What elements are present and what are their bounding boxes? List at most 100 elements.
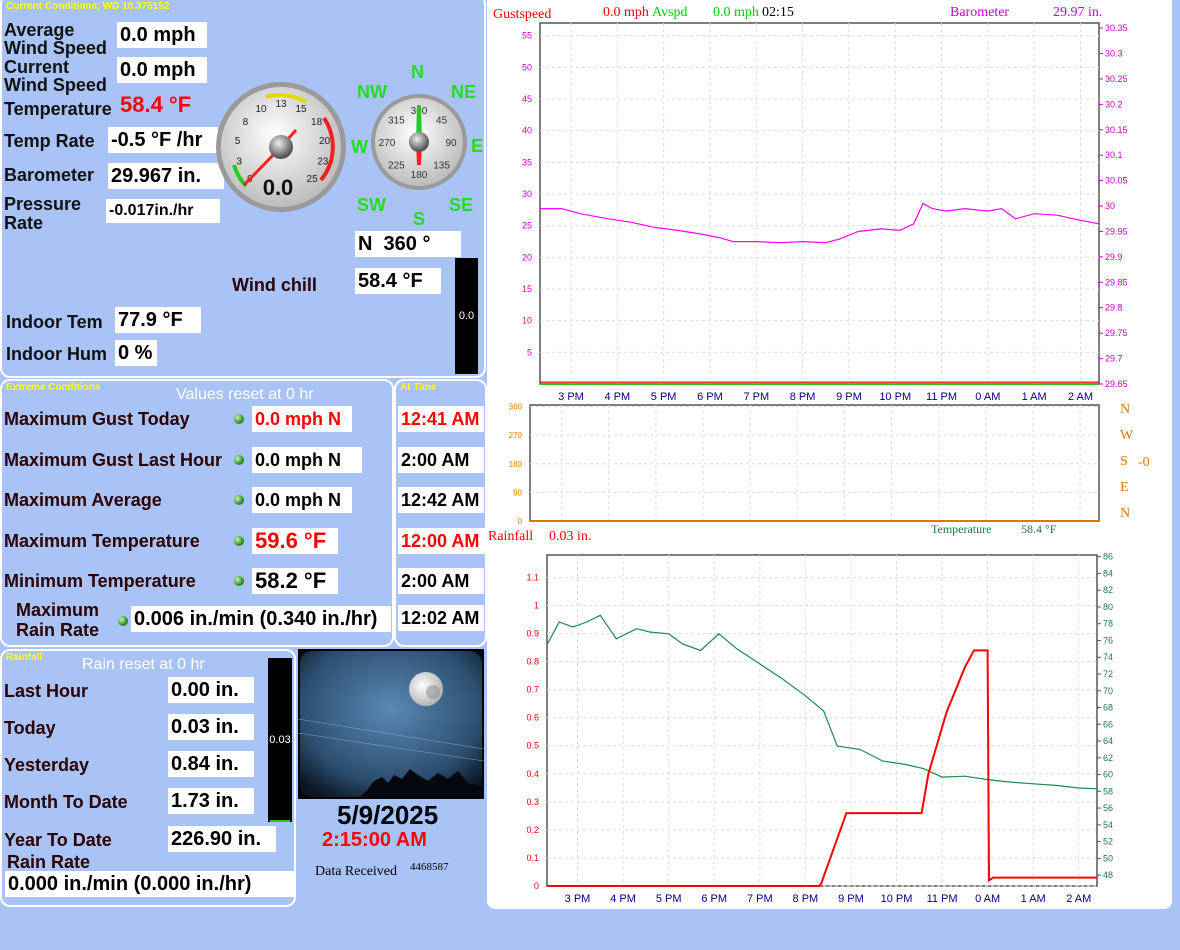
indoor-temp-value: 77.9 °F <box>115 307 201 333</box>
max-rain-rate-label-1: Maximum <box>16 600 100 620</box>
indoor-hum-value: 0 % <box>115 340 157 366</box>
y-right-tick-label: 66 <box>1103 719 1113 729</box>
wind-level-bar: 0.0 <box>455 258 478 374</box>
y-right-tick-label: 29.8 <box>1105 303 1123 313</box>
compass-n-label: N <box>411 62 424 82</box>
panel-title: Current Conditions, WD 10.375152 <box>6 1 170 12</box>
extreme-row-time: 12:00 AM <box>398 528 488 554</box>
rain-rate-label: Rain Rate <box>7 852 91 872</box>
x-tick-label: 3 PM <box>565 893 591 905</box>
compass-ne-label: NE <box>451 82 477 102</box>
y-right-tick-label: 78 <box>1103 619 1113 629</box>
rain-row-label: Last Hour <box>4 681 89 701</box>
dir-axis-s: S <box>1120 454 1128 469</box>
cur-wind-value: 0.0 mph <box>117 57 207 83</box>
extreme-row-value: 58.2 °F <box>252 568 338 594</box>
x-tick-label: 2 AM <box>1066 893 1091 905</box>
plot-area <box>539 22 1100 385</box>
cur-wind-label-1: Current <box>4 57 70 77</box>
temp-rate-label: Temp Rate <box>4 131 95 151</box>
wind-direction-chart: 0 90 180 270 360 <box>509 403 1100 526</box>
avg-wind-value: 0.0 mph <box>117 22 207 48</box>
y-right-tick-label: 30.2 <box>1105 99 1123 109</box>
x-tick-label: 9 PM <box>838 893 864 905</box>
y-left-tick-label: 1.1 <box>526 572 539 582</box>
direction-tick-label: 45 <box>436 115 448 126</box>
speed-tick-label: 5 <box>235 136 241 147</box>
direction-tick-label: 225 <box>388 161 405 172</box>
temp-legend-label: Temperature <box>931 522 992 536</box>
rain-row-value: 0.84 in. <box>168 751 254 777</box>
indoor-temp-label: Indoor Tem <box>6 312 103 332</box>
extreme-row-label: Minimum Temperature <box>4 571 196 591</box>
pressure-rate-label-2: Rate <box>4 213 44 233</box>
speed-tick-label: 10 <box>255 104 267 115</box>
y-left-tick-label: 0 <box>518 517 523 526</box>
speed-tick-label: 8 <box>243 117 249 128</box>
webcam-date: 5/9/2025 <box>337 800 439 830</box>
avg-legend-label: Avspd <box>652 5 688 20</box>
y-right-tick-label: 74 <box>1103 652 1113 662</box>
plot-area <box>546 554 1098 887</box>
webcam-image <box>298 649 484 799</box>
pressure-rate-label-1: Pressure <box>4 194 82 214</box>
dir-axis-value: -0 <box>1138 455 1150 470</box>
extreme-row-indicator <box>234 414 244 424</box>
rain-level-bar: 0.03 <box>268 658 292 822</box>
y-left-tick-label: 0 <box>534 881 539 891</box>
rain-row-value: 0.03 in. <box>168 714 254 740</box>
y-right-tick-label: 29.85 <box>1105 277 1128 287</box>
wind-level-bar-value: 0.0 <box>458 310 475 322</box>
chart-time: 02:15 <box>762 5 794 20</box>
x-tick-label: 8 PM <box>793 893 819 905</box>
rain-reset-note: Rain reset at 0 hr <box>82 656 205 673</box>
avg-wind-label-2: Wind Speed <box>4 38 107 58</box>
y-left-tick-label: 0.4 <box>526 769 539 779</box>
avg-legend-value: 0.0 mph <box>713 5 759 20</box>
x-tick-label: 6 PM <box>701 893 727 905</box>
compass-sw-label: SW <box>357 195 386 215</box>
data-received-label: Data Received <box>315 864 398 879</box>
y-left-tick-label: 360 <box>509 403 523 412</box>
y-right-tick-label: 48 <box>1103 870 1113 880</box>
x-tick-label: 4 PM <box>610 893 636 905</box>
y-right-tick-label: 60 <box>1103 770 1113 780</box>
y-right-tick-label: 82 <box>1103 585 1113 595</box>
rain-row-label: Year To Date <box>4 830 112 850</box>
y-left-tick-label: 15 <box>522 284 532 294</box>
y-right-tick-label: 68 <box>1103 703 1113 713</box>
y-left-tick-label: 0.7 <box>526 685 539 695</box>
barometer-label: Barometer <box>4 165 95 185</box>
extreme-row-indicator <box>234 536 244 546</box>
y-left-tick-label: 270 <box>509 431 523 440</box>
direction-tick-label: 270 <box>379 138 396 149</box>
direction-tick-label: 315 <box>388 115 405 126</box>
rainfall-panel-title: Rainfall <box>6 652 43 663</box>
compass-s-label: S <box>413 209 426 229</box>
rain-temperature-chart: 3 PM 4 PM 5 PM 6 PM 7 PM 8 PM 9 PM 10 PM 11 PM 0 … <box>526 552 1113 905</box>
temperature-label: Temperature <box>4 99 112 119</box>
y-left-tick-label: 35 <box>522 157 532 167</box>
rain-row-label: Yesterday <box>4 755 90 775</box>
direction-tick-label: 135 <box>433 161 450 172</box>
compass-e-label: E <box>471 136 484 156</box>
y-right-tick-label: 86 <box>1103 552 1113 562</box>
extreme-row-time: 2:00 AM <box>398 568 484 594</box>
dir-axis-n-bottom: N <box>1120 506 1131 521</box>
y-left-tick-label: 180 <box>509 460 523 469</box>
extreme-row-value: 59.6 °F <box>252 528 338 554</box>
compass-w-label: W <box>351 137 368 157</box>
baro-legend-value: 29.97 in. <box>1053 5 1103 20</box>
speed-tick-label: 23 <box>317 157 329 168</box>
extreme-panel-title: Extreme Conditions <box>6 382 101 393</box>
y-right-tick-label: 56 <box>1103 803 1113 813</box>
y-left-tick-label: 10 <box>522 316 532 326</box>
y-left-tick-label: 50 <box>522 62 532 72</box>
gust-legend-label: Gustspeed <box>493 7 552 22</box>
pressure-rate-value: -0.017in./hr <box>106 199 220 223</box>
webcam-time: 2:15:00 AM <box>322 829 427 851</box>
speed-tick-label: 3 <box>236 157 242 168</box>
y-left-tick-label: 0.3 <box>526 797 539 807</box>
x-tick-label: 11 PM <box>927 893 958 905</box>
y-right-tick-label: 30.25 <box>1105 74 1128 84</box>
